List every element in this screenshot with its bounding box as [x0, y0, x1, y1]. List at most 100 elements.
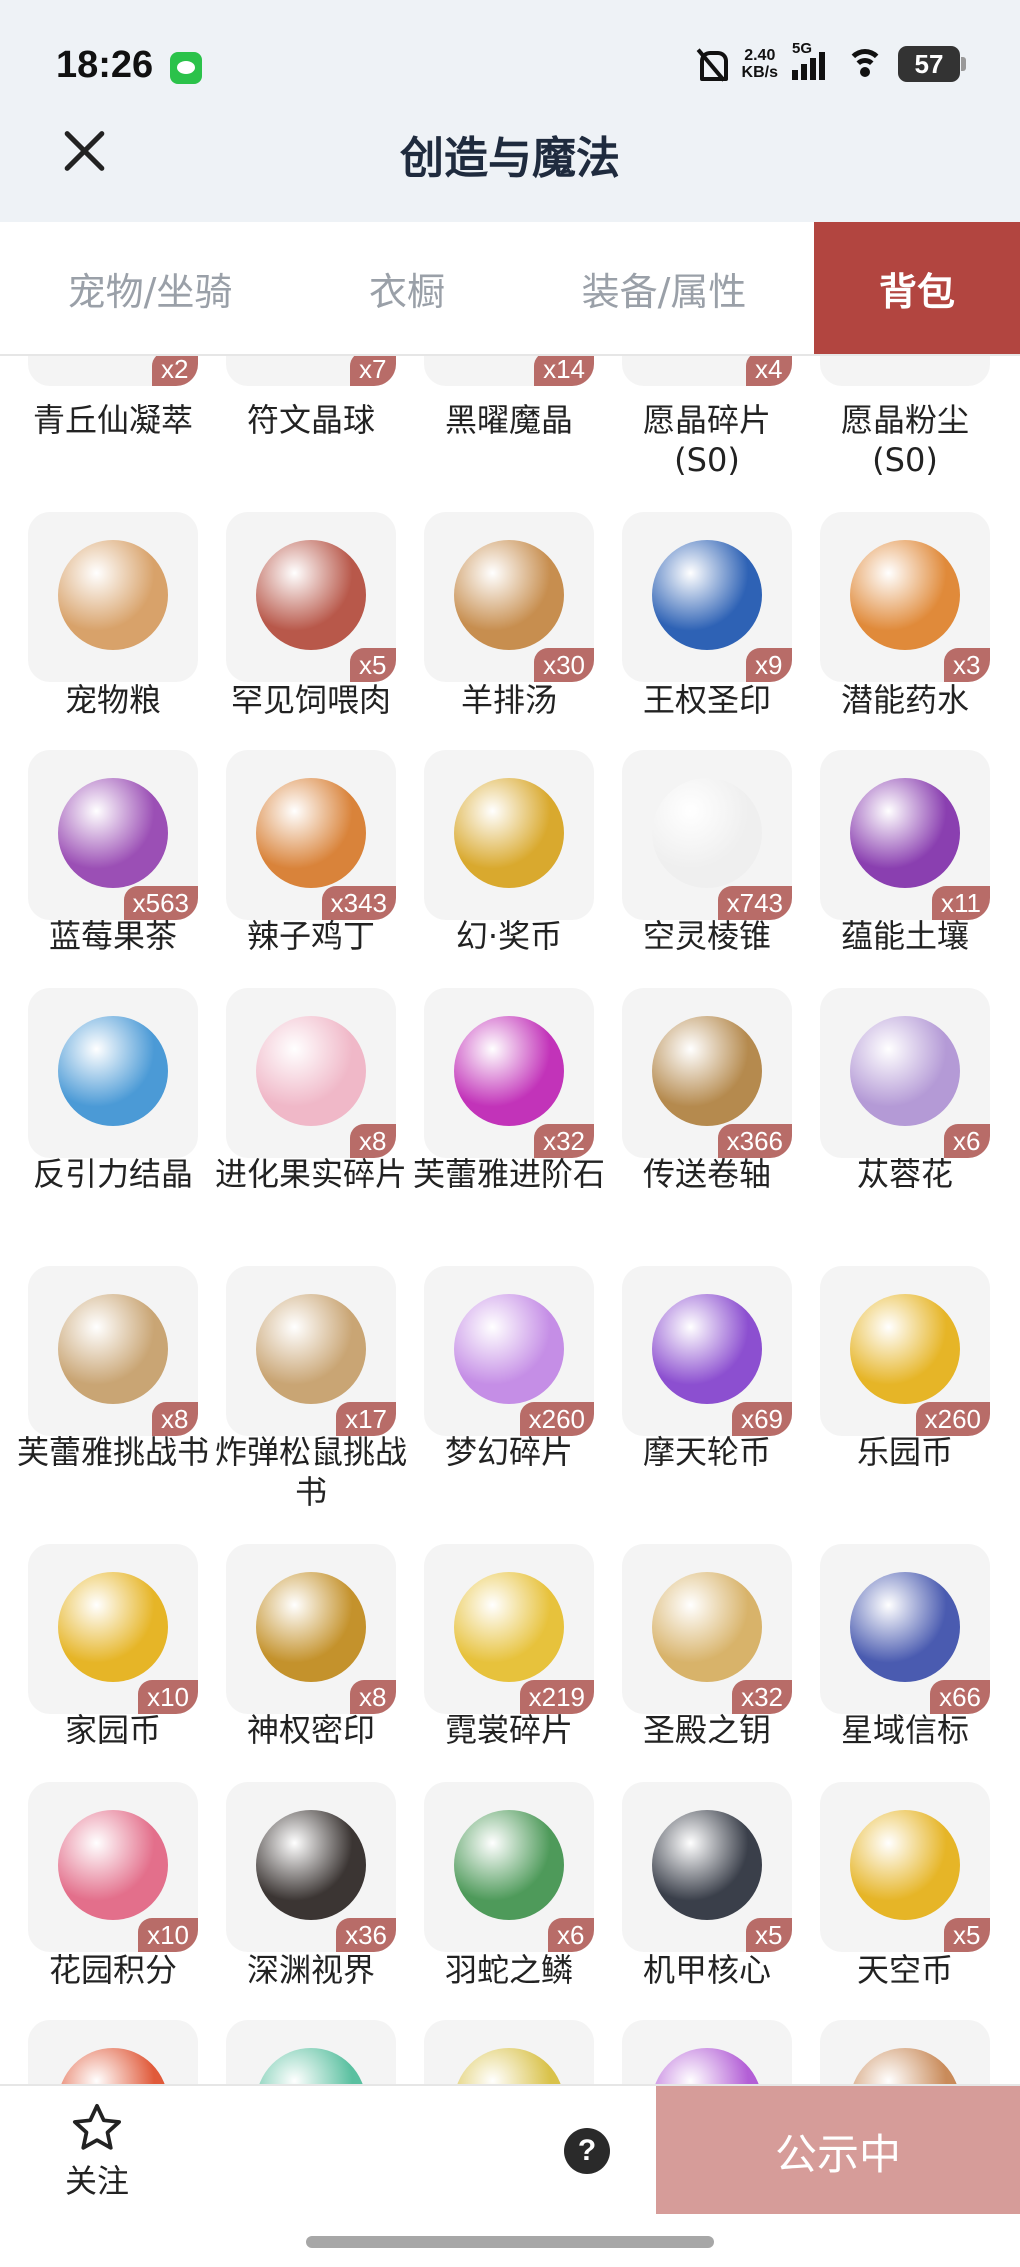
- follow-button[interactable]: 关注: [52, 2100, 142, 2204]
- item-icon[interactable]: x2: [28, 356, 198, 386]
- item-image: [454, 2048, 564, 2084]
- item-icon[interactable]: x260: [424, 1266, 594, 1436]
- item-icon[interactable]: x10: [28, 1782, 198, 1952]
- item-icon[interactable]: [28, 512, 198, 682]
- item-icon[interactable]: x366: [622, 988, 792, 1158]
- item-icon[interactable]: x6: [424, 1782, 594, 1952]
- item-name: 天空币: [856, 1951, 953, 1989]
- item-name: 空灵棱锥: [642, 917, 771, 955]
- item-icon[interactable]: x69: [622, 1266, 792, 1436]
- public-notice-button[interactable]: 公示中: [656, 2086, 1020, 2216]
- network-type: 5G: [792, 40, 813, 57]
- item-name: 青丘仙凝萃: [32, 401, 193, 439]
- item-icon[interactable]: x743: [622, 750, 792, 920]
- quantity-badge: x66: [930, 1680, 990, 1714]
- item-icon[interactable]: x219: [424, 1544, 594, 1714]
- item-name: 星域信标: [840, 1711, 969, 1749]
- item-icon[interactable]: x8: [226, 1544, 396, 1714]
- item-icon[interactable]: [424, 750, 594, 920]
- item-image: [652, 540, 762, 650]
- item-icon[interactable]: x9: [622, 512, 792, 682]
- item-name: 炸弹松鼠挑战书: [214, 1433, 407, 1511]
- item-icon[interactable]: x32: [424, 988, 594, 1158]
- quantity-badge: x563: [123, 886, 198, 920]
- tab-equipment-attributes[interactable]: 装备/属性: [514, 222, 814, 354]
- item-image: [850, 2048, 960, 2084]
- item-image: [454, 1294, 564, 1404]
- item-icon[interactable]: [622, 2020, 792, 2084]
- item-icon[interactable]: x5: [820, 1782, 990, 1952]
- quantity-badge: x10: [138, 1680, 198, 1714]
- item-image: [454, 1572, 564, 1682]
- item-image: [850, 778, 960, 888]
- item-icon[interactable]: x66: [820, 1544, 990, 1714]
- item-icon[interactable]: x10: [28, 1544, 198, 1714]
- tab-pets-mounts[interactable]: 宠物/坐骑: [0, 222, 300, 354]
- quantity-badge: x14: [534, 356, 594, 386]
- item-name: 乐园币: [856, 1433, 953, 1471]
- item-name: 传送卷轴: [642, 1155, 771, 1193]
- item-image: [58, 1572, 168, 1682]
- status-indicators: 2.40 KB/s 5G 57: [694, 40, 966, 82]
- item-name: 霓裳碎片: [444, 1711, 573, 1749]
- item-icon[interactable]: x5: [226, 512, 396, 682]
- item-image: [58, 2048, 168, 2084]
- tab-wardrobe[interactable]: 衣橱: [300, 222, 514, 354]
- page-title: 创造与魔法: [400, 133, 620, 184]
- item-name: 宠物粮: [64, 681, 161, 719]
- item-icon[interactable]: x11: [820, 750, 990, 920]
- item-icon[interactable]: [820, 356, 990, 386]
- item-icon[interactable]: x7: [226, 356, 396, 386]
- item-icon[interactable]: [28, 2020, 198, 2084]
- item-image: [454, 1016, 564, 1126]
- follow-label: 关注: [64, 2162, 129, 2200]
- item-name: 幻·奖币: [455, 917, 563, 955]
- item-icon[interactable]: [226, 2020, 396, 2084]
- item-icon[interactable]: x17: [226, 1266, 396, 1436]
- item-icon[interactable]: x32: [622, 1544, 792, 1714]
- quantity-badge: x6: [548, 1918, 594, 1952]
- item-image: [58, 778, 168, 888]
- wechat-notification-icon: [170, 52, 202, 84]
- item-icon[interactable]: x4: [622, 356, 792, 386]
- help-icon[interactable]: ?: [564, 2128, 610, 2174]
- item-image: [256, 1016, 366, 1126]
- quantity-badge: x8: [350, 1124, 396, 1158]
- item-name: 蓝莓果茶: [48, 917, 177, 955]
- item-icon[interactable]: [28, 988, 198, 1158]
- quantity-badge: x366: [717, 1124, 792, 1158]
- tab-backpack[interactable]: 背包: [814, 222, 1020, 354]
- item-name: 苁蓉花: [856, 1155, 953, 1193]
- status-bar: 18:26 2.40 KB/s 5G 57: [0, 0, 1020, 110]
- quantity-badge: x8: [152, 1402, 198, 1436]
- item-name: 深渊视界: [246, 1951, 375, 1989]
- item-icon[interactable]: x563: [28, 750, 198, 920]
- item-icon[interactable]: x8: [28, 1266, 198, 1436]
- item-icon[interactable]: x343: [226, 750, 396, 920]
- item-image: [454, 778, 564, 888]
- item-name: 花园积分: [48, 1951, 177, 1989]
- item-name: 羊排汤: [460, 681, 557, 719]
- mute-icon: [694, 47, 728, 81]
- item-image: [850, 1572, 960, 1682]
- network-speed-unit: KB/s: [741, 64, 778, 81]
- item-name: 愿晶碎片 (S0): [642, 401, 771, 479]
- home-indicator[interactable]: [306, 2236, 714, 2248]
- item-icon[interactable]: x5: [622, 1782, 792, 1952]
- item-icon[interactable]: x8: [226, 988, 396, 1158]
- item-icon[interactable]: x3: [820, 512, 990, 682]
- status-time: 18:26: [56, 44, 154, 86]
- item-icon[interactable]: x14: [424, 356, 594, 386]
- quantity-badge: x260: [519, 1402, 594, 1436]
- item-image: [256, 778, 366, 888]
- item-image: [454, 540, 564, 650]
- item-icon[interactable]: [820, 2020, 990, 2084]
- quantity-badge: x7: [350, 356, 396, 386]
- item-icon[interactable]: x36: [226, 1782, 396, 1952]
- item-icon[interactable]: x260: [820, 1266, 990, 1436]
- signal-icon: 5G: [792, 40, 832, 80]
- item-icon[interactable]: x30: [424, 512, 594, 682]
- item-icon[interactable]: x6: [820, 988, 990, 1158]
- item-icon[interactable]: [424, 2020, 594, 2084]
- item-image: [652, 1016, 762, 1126]
